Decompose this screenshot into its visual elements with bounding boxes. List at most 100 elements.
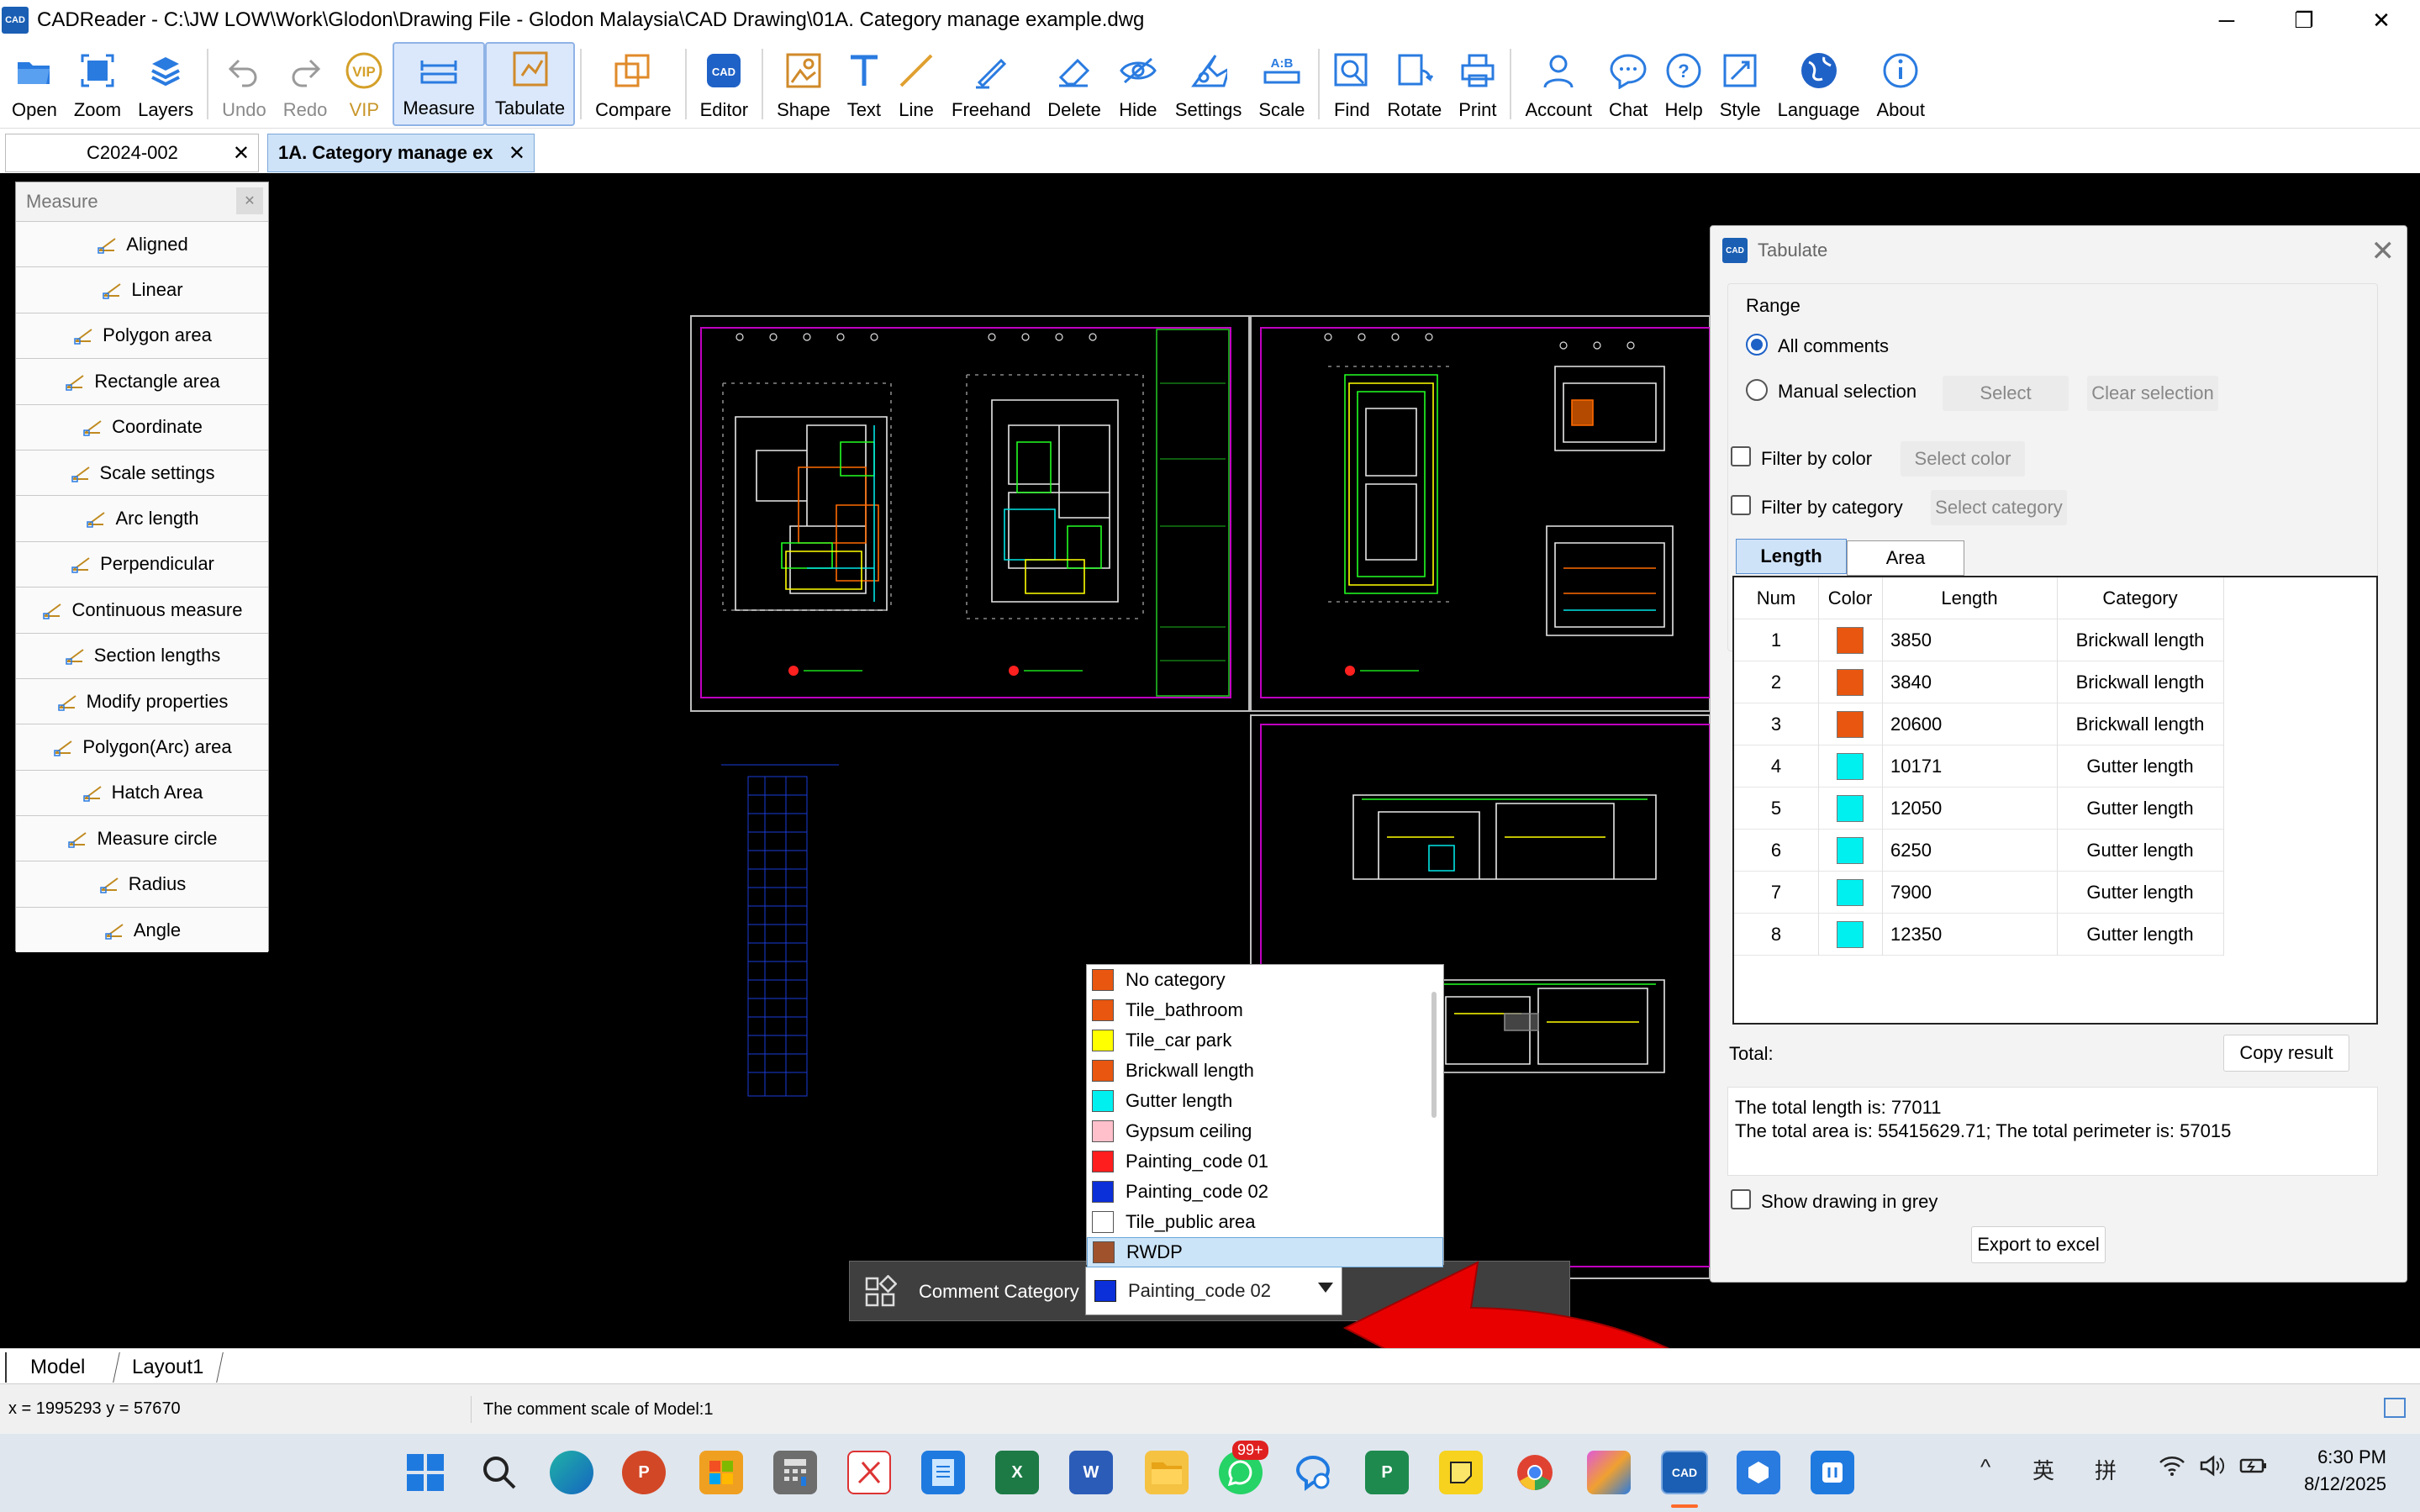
- doc-tab-c2024[interactable]: C2024-002 ✕: [5, 134, 259, 172]
- teams-chat-icon[interactable]: [1291, 1451, 1335, 1494]
- table-row[interactable]: 3 20600 Brickwall length: [1734, 703, 2223, 745]
- measure-item-polygon-arc-area[interactable]: Polygon(Arc) area: [16, 724, 268, 770]
- about-button[interactable]: About: [1869, 42, 1934, 126]
- tab-area[interactable]: Area: [1847, 540, 1964, 576]
- language-button[interactable]: Language: [1769, 42, 1869, 126]
- measure-item-continuous-measure[interactable]: Continuous measure: [16, 587, 268, 633]
- tabulate-button[interactable]: Tabulate: [484, 42, 576, 126]
- show-grey-checkbox[interactable]: [1731, 1189, 1751, 1209]
- windows-start-icon[interactable]: [403, 1451, 447, 1494]
- select-color-button[interactable]: Select color: [1901, 441, 2025, 477]
- comment-category-select[interactable]: Painting_code 02: [1085, 1267, 1342, 1315]
- scale-button[interactable]: A:B Scale: [1250, 42, 1313, 126]
- rotate-button[interactable]: Rotate: [1379, 42, 1450, 126]
- category-option[interactable]: Gutter length: [1087, 1086, 1443, 1116]
- battery-icon[interactable]: [2239, 1454, 2268, 1483]
- filter-color-checkbox[interactable]: [1731, 446, 1751, 466]
- style-button[interactable]: Style: [1711, 42, 1769, 126]
- file-explorer-icon[interactable]: [1145, 1451, 1189, 1494]
- redo-button[interactable]: Redo: [275, 42, 336, 126]
- close-tab-icon[interactable]: ✕: [233, 141, 250, 166]
- category-option[interactable]: No category: [1087, 965, 1443, 995]
- measure-item-measure-circle[interactable]: Measure circle: [16, 815, 268, 861]
- open-button[interactable]: Open: [3, 42, 66, 126]
- measure-item-arc-length[interactable]: Arc length: [16, 495, 268, 541]
- measure-item-coordinate[interactable]: Coordinate: [16, 403, 268, 450]
- measure-item-section-lengths[interactable]: Section lengths: [16, 632, 268, 678]
- measure-item-aligned[interactable]: Aligned: [16, 221, 268, 267]
- select-button[interactable]: Select: [1943, 376, 2069, 411]
- tab-model[interactable]: Model: [5, 1352, 109, 1383]
- doc-tab-category-manage[interactable]: 1A. Category manage ex ✕: [267, 134, 535, 172]
- measure-item-perpendicular[interactable]: Perpendicular: [16, 540, 268, 587]
- vip-button[interactable]: VIP VIP: [335, 42, 393, 126]
- close-button[interactable]: ✕: [2343, 0, 2420, 40]
- find-button[interactable]: Find: [1325, 42, 1379, 126]
- hide-button[interactable]: Hide: [1110, 42, 1167, 126]
- category-option[interactable]: Gypsum ceiling: [1087, 1116, 1443, 1146]
- category-option[interactable]: Painting_code 01: [1087, 1146, 1443, 1177]
- measure-item-linear[interactable]: Linear: [16, 266, 268, 313]
- filter-category-checkbox[interactable]: [1731, 495, 1751, 515]
- table-row[interactable]: 5 12050 Gutter length: [1734, 788, 2223, 830]
- cadreader-taskbar-icon[interactable]: CAD: [1661, 1451, 1708, 1494]
- app-icon-blue-square[interactable]: [1811, 1451, 1854, 1494]
- ime-english-indicator[interactable]: 英: [2032, 1454, 2054, 1485]
- measure-item-modify-properties[interactable]: Modify properties: [16, 677, 268, 724]
- maximize-button[interactable]: ❐: [2265, 0, 2343, 40]
- table-row[interactable]: 1 3850 Brickwall length: [1734, 619, 2223, 661]
- chat-button[interactable]: Chat: [1600, 42, 1656, 126]
- close-icon[interactable]: ✕: [236, 187, 263, 214]
- category-option[interactable]: Tile_bathroom: [1087, 995, 1443, 1025]
- category-manage-icon[interactable]: [863, 1274, 898, 1314]
- measure-item-polygon-area[interactable]: Polygon area: [16, 312, 268, 359]
- category-option[interactable]: Brickwall length: [1087, 1056, 1443, 1086]
- powerpoint-icon[interactable]: P: [622, 1451, 666, 1494]
- category-option[interactable]: Tile_car park: [1087, 1025, 1443, 1056]
- measure-button[interactable]: Measure: [393, 42, 485, 126]
- excel-icon[interactable]: X: [995, 1451, 1039, 1494]
- notepad-icon[interactable]: [921, 1451, 965, 1494]
- undo-button[interactable]: Undo: [214, 42, 275, 126]
- tab-length[interactable]: Length: [1736, 539, 1847, 574]
- copy-result-button[interactable]: Copy result: [2223, 1035, 2349, 1072]
- chrome-icon[interactable]: [1513, 1451, 1557, 1494]
- zoom-button[interactable]: Zoom: [66, 42, 129, 126]
- manual-selection-radio[interactable]: [1746, 379, 1768, 401]
- account-button[interactable]: Account: [1516, 42, 1600, 126]
- search-icon[interactable]: [477, 1451, 521, 1494]
- freehand-button[interactable]: Freehand: [943, 42, 1039, 126]
- layers-button[interactable]: Layers: [129, 42, 202, 126]
- edge-browser-icon[interactable]: [550, 1451, 593, 1494]
- measure-item-rectangle-area[interactable]: Rectangle area: [16, 358, 268, 404]
- measure-item-scale-settings[interactable]: Scale settings: [16, 449, 268, 496]
- copilot-icon[interactable]: [1587, 1451, 1631, 1494]
- table-row[interactable]: 4 10171 Gutter length: [1734, 745, 2223, 788]
- table-row[interactable]: 2 3840 Brickwall length: [1734, 661, 2223, 703]
- settings-button[interactable]: Settings: [1167, 42, 1251, 126]
- minimize-button[interactable]: ─: [2188, 0, 2265, 40]
- print-button[interactable]: Print: [1450, 42, 1505, 126]
- delete-button[interactable]: Delete: [1039, 42, 1110, 126]
- clear-selection-button[interactable]: Clear selection: [2087, 376, 2218, 411]
- sticky-notes-icon[interactable]: [1439, 1451, 1483, 1494]
- all-comments-radio[interactable]: [1746, 334, 1768, 356]
- shape-button[interactable]: Shape: [768, 42, 839, 126]
- table-row[interactable]: 7 7900 Gutter length: [1734, 872, 2223, 914]
- volume-icon[interactable]: [2199, 1454, 2226, 1483]
- line-button[interactable]: Line: [889, 42, 943, 126]
- select-category-button[interactable]: Select category: [1931, 490, 2067, 525]
- measure-item-hatch-area[interactable]: Hatch Area: [16, 769, 268, 816]
- project-planner-icon[interactable]: P: [1365, 1451, 1409, 1494]
- export-excel-button[interactable]: Export to excel: [1971, 1226, 2106, 1263]
- app-icon-blue-cube[interactable]: [1737, 1451, 1780, 1494]
- close-tab-icon[interactable]: ✕: [509, 141, 525, 166]
- table-row[interactable]: 6 6250 Gutter length: [1734, 830, 2223, 872]
- ime-pinyin-indicator[interactable]: 拼: [2095, 1454, 2117, 1485]
- category-option[interactable]: Painting_code 02: [1087, 1177, 1443, 1207]
- dropdown-scrollbar[interactable]: [1431, 992, 1437, 1118]
- snipping-tool-icon[interactable]: [847, 1451, 891, 1494]
- word-icon[interactable]: W: [1069, 1451, 1113, 1494]
- tab-layout1[interactable]: Layout1: [113, 1352, 224, 1383]
- measure-item-angle[interactable]: Angle: [16, 906, 268, 953]
